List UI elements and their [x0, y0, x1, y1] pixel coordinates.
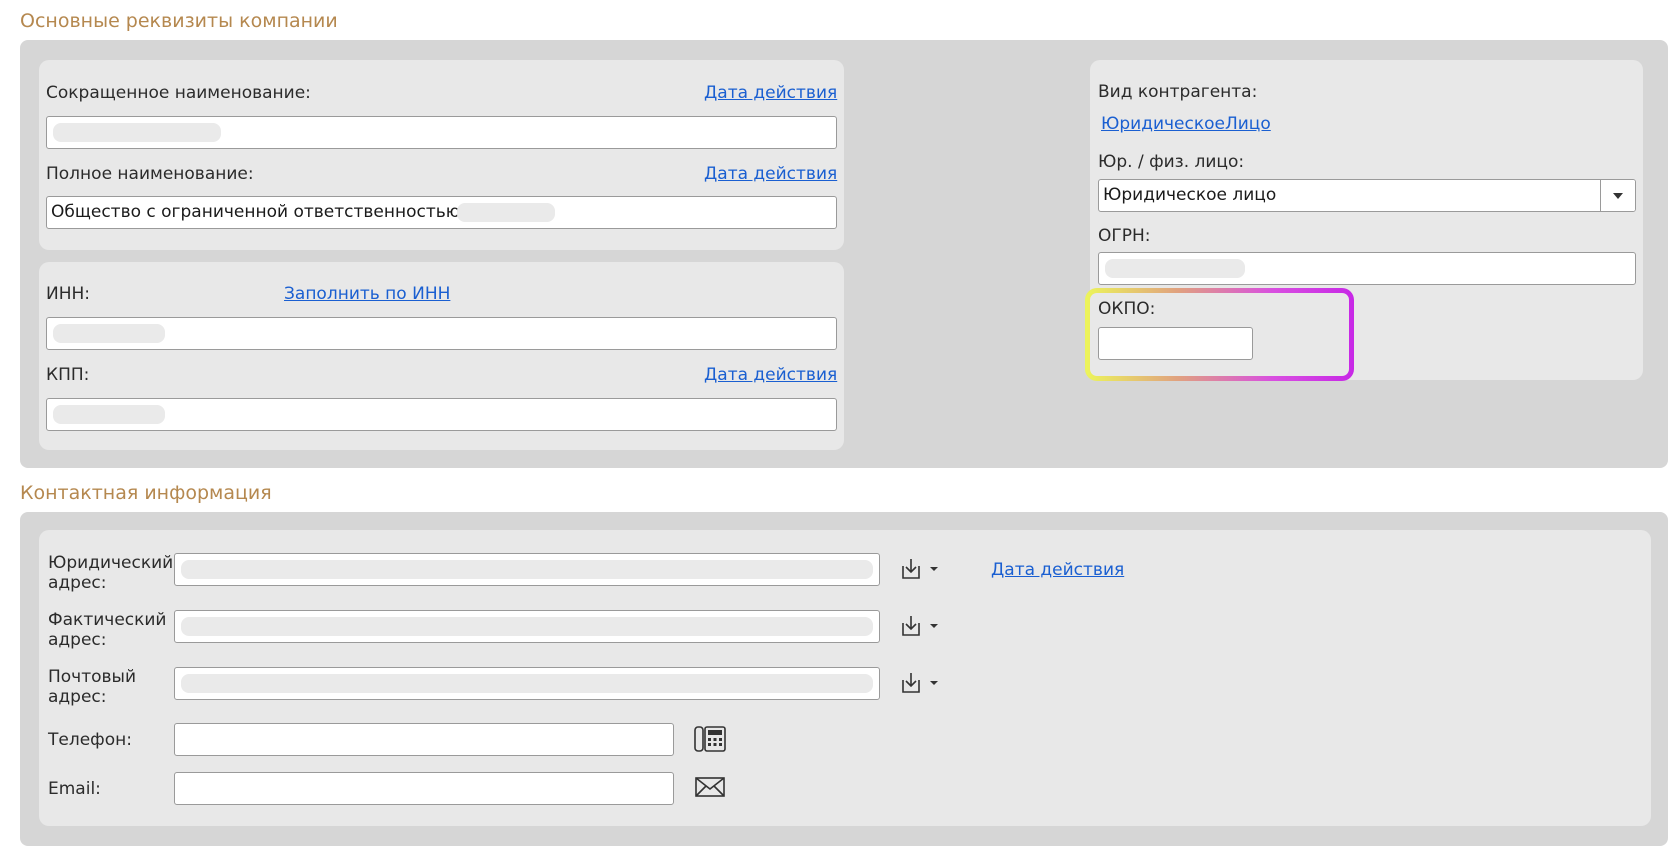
legal-address-input[interactable] — [174, 553, 880, 586]
chevron-down-icon[interactable] — [1600, 180, 1635, 211]
actual-address-label: Фактический адрес: — [48, 610, 167, 650]
postal-address-input[interactable] — [174, 667, 880, 700]
ogrn-input[interactable] — [1098, 252, 1636, 285]
legal-address-menu[interactable] — [898, 556, 940, 582]
actual-address-menu[interactable] — [898, 613, 940, 639]
section-title-contact: Контактная информация — [20, 482, 272, 504]
chevron-down-icon — [930, 681, 938, 685]
inn-label: ИНН: — [46, 284, 91, 304]
redacted-value — [181, 617, 873, 636]
kpp-label: КПП: — [46, 365, 90, 385]
actual-address-input[interactable] — [174, 610, 880, 643]
redacted-value — [1105, 259, 1245, 278]
postal-address-menu[interactable] — [898, 670, 940, 696]
section-title-main: Основные реквизиты компании — [20, 10, 338, 32]
entity-kind-value: Юридическое лицо — [1103, 185, 1277, 205]
redacted-value — [53, 324, 165, 343]
short-name-date-link[interactable]: Дата действия — [704, 83, 837, 103]
download-icon — [902, 673, 920, 693]
ogrn-label: ОГРН: — [1098, 226, 1151, 246]
okpo-input[interactable] — [1098, 327, 1253, 360]
phone-input[interactable] — [174, 723, 674, 756]
counterparty-type-label: Вид контрагента: — [1098, 82, 1258, 102]
full-name-value: Общество с ограниченной ответственностью — [51, 202, 461, 222]
redacted-value — [181, 560, 873, 579]
redacted-value — [53, 405, 165, 424]
download-icon — [902, 559, 920, 579]
kpp-input[interactable] — [46, 398, 837, 431]
address-date-link[interactable]: Дата действия — [991, 560, 1124, 580]
redacted-value — [181, 674, 873, 693]
phone-icon[interactable] — [693, 724, 727, 759]
full-name-input[interactable]: Общество с ограниченной ответственностью — [46, 196, 837, 229]
okpo-label: ОКПО: — [1098, 299, 1156, 319]
inn-input[interactable] — [46, 317, 837, 350]
entity-kind-label: Юр. / физ. лицо: — [1098, 152, 1245, 172]
envelope-icon[interactable] — [694, 775, 726, 804]
chevron-down-icon — [930, 624, 938, 628]
legal-address-label: Юридический адрес: — [48, 553, 174, 593]
short-name-label: Сокращенное наименование: — [46, 83, 311, 103]
postal-address-label: Почтовый адрес: — [48, 667, 137, 707]
full-name-date-link[interactable]: Дата действия — [704, 164, 837, 184]
short-name-input[interactable] — [46, 116, 837, 149]
redacted-value — [53, 123, 221, 142]
counterparty-type-link[interactable]: ЮридическоеЛицо — [1101, 114, 1271, 134]
email-input[interactable] — [174, 772, 674, 805]
kpp-date-link[interactable]: Дата действия — [704, 365, 837, 385]
full-name-label: Полное наименование: — [46, 164, 254, 184]
download-icon — [902, 616, 920, 636]
phone-label: Телефон: — [48, 730, 132, 750]
entity-kind-select[interactable]: Юридическое лицо — [1098, 179, 1636, 212]
email-label: Email: — [48, 779, 101, 799]
fill-by-inn-link[interactable]: Заполнить по ИНН — [284, 284, 450, 304]
redacted-value — [457, 203, 555, 222]
chevron-down-icon — [930, 567, 938, 571]
